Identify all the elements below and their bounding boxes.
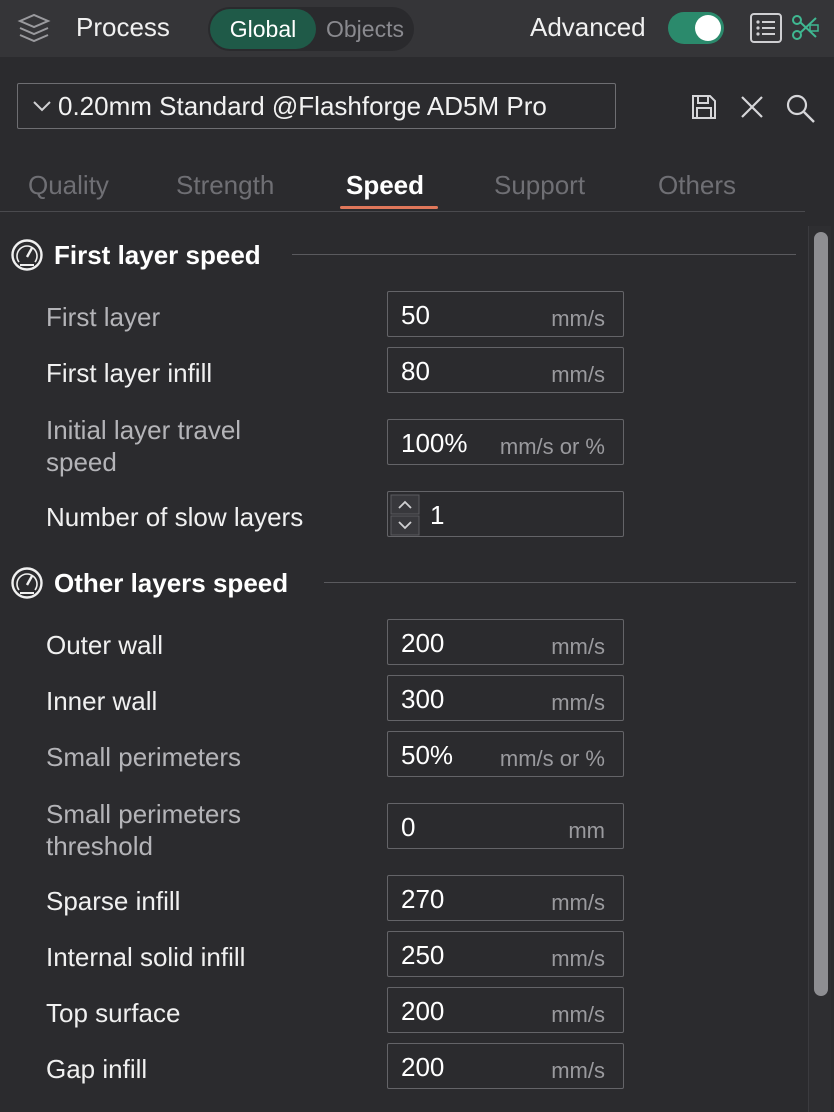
section-title: First layer speed	[54, 240, 261, 270]
layers-icon	[17, 13, 51, 48]
section-divider	[324, 582, 796, 583]
setting-row-small-perimeters-threshold: Small perimeters threshold 0 mm	[0, 798, 805, 862]
setting-row-slow-layers: Number of slow layers 1	[0, 491, 805, 539]
setting-label: Sparse infill	[46, 886, 181, 916]
setting-row-sparse-infill: Sparse infill 270 mm/s	[0, 875, 805, 923]
field-value: 200	[401, 996, 445, 1026]
stepper-buttons	[390, 494, 420, 536]
field-value: 200	[401, 628, 445, 658]
field-unit: mm/s	[551, 362, 605, 387]
list-icon[interactable]	[749, 11, 783, 50]
field-unit: mm/s	[551, 1002, 605, 1027]
setting-label: First layer infill	[46, 358, 213, 388]
section-header-other-layers: Other layers speed	[0, 564, 796, 604]
setting-row-inner-wall: Inner wall 300 mm/s	[0, 675, 805, 723]
field-unit: mm/s	[551, 1058, 605, 1083]
field-value: 50	[401, 300, 430, 330]
setting-row-outer-wall: Outer wall 200 mm/s	[0, 619, 805, 667]
field-unit: mm/s or %	[499, 434, 605, 459]
save-icon[interactable]	[690, 93, 718, 126]
outer-wall-speed-input[interactable]: 200 mm/s	[387, 619, 624, 665]
scissors-icon[interactable]	[790, 13, 820, 48]
field-unit: mm/s	[551, 634, 605, 659]
mode-objects-button[interactable]: Objects	[318, 9, 412, 49]
tab-quality[interactable]: Quality	[28, 170, 109, 201]
setting-label: Outer wall	[46, 630, 164, 660]
setting-row-gap-infill: Gap infill 200 mm/s	[0, 1043, 805, 1091]
scrollbar-thumb[interactable]	[814, 232, 828, 996]
search-icon[interactable]	[785, 93, 817, 130]
setting-label: Initial layer travel speed	[46, 415, 242, 477]
field-unit: mm/s	[551, 690, 605, 715]
tab-support[interactable]: Support	[494, 170, 585, 201]
field-unit: mm	[568, 818, 605, 843]
setting-label: Small perimeters threshold	[46, 799, 242, 861]
setting-label: Gap infill	[46, 1054, 148, 1084]
close-icon[interactable]	[739, 93, 765, 126]
setting-label: Small perimeters	[46, 742, 242, 772]
mode-global-button[interactable]: Global	[210, 9, 316, 49]
tab-others[interactable]: Others	[658, 170, 736, 201]
gap-infill-speed-input[interactable]: 200 mm/s	[387, 1043, 624, 1089]
section-title: Other layers speed	[54, 568, 289, 598]
field-value: 50%	[401, 740, 454, 770]
setting-row-internal-solid-infill: Internal solid infill 250 mm/s	[0, 931, 805, 979]
chevron-down-icon	[32, 100, 52, 112]
initial-layer-travel-speed-input[interactable]: 100% mm/s or %	[387, 419, 624, 465]
setting-row-top-surface: Top surface 200 mm/s	[0, 987, 805, 1035]
gauge-icon	[10, 238, 44, 277]
active-tab-indicator	[340, 206, 438, 209]
setting-row-small-perimeters: Small perimeters 50% mm/s or %	[0, 731, 805, 779]
field-unit: mm/s	[551, 306, 605, 331]
field-unit: mm/s	[551, 946, 605, 971]
advanced-toggle[interactable]	[668, 12, 724, 44]
top-bar: Process Global Objects Advanced	[0, 0, 834, 57]
tab-speed[interactable]: Speed	[346, 170, 424, 201]
preset-dropdown[interactable]: 0.20mm Standard @Flashforge AD5M Pro	[17, 83, 616, 129]
setting-row-first-layer-infill: First layer infill 80 mm/s	[0, 347, 805, 395]
panel-title: Process	[76, 12, 170, 42]
slow-layers-stepper[interactable]: 1	[387, 491, 624, 537]
first-layer-infill-speed-input[interactable]: 80 mm/s	[387, 347, 624, 393]
advanced-label: Advanced	[530, 12, 646, 42]
field-value: 80	[401, 356, 430, 386]
setting-label: First layer	[46, 302, 161, 332]
field-unit: mm/s or %	[499, 746, 605, 771]
field-value: 250	[401, 940, 445, 970]
field-value: 270	[401, 884, 445, 914]
top-surface-speed-input[interactable]: 200 mm/s	[387, 987, 624, 1033]
field-value: 300	[401, 684, 445, 714]
small-perimeters-threshold-input[interactable]: 0 mm	[387, 803, 624, 849]
setting-row-initial-layer-travel: Initial layer travel speed 100% mm/s or …	[0, 414, 805, 478]
settings-tabs: Quality Strength Speed Support Others	[0, 168, 805, 212]
toggle-knob	[695, 15, 721, 41]
field-value: 0	[401, 812, 416, 842]
section-header-first-layer: First layer speed	[0, 236, 796, 276]
internal-solid-infill-speed-input[interactable]: 250 mm/s	[387, 931, 624, 977]
field-unit: mm/s	[551, 890, 605, 915]
setting-label: Internal solid infill	[46, 942, 246, 972]
mode-switch[interactable]: Global Objects	[208, 7, 414, 51]
inner-wall-speed-input[interactable]: 300 mm/s	[387, 675, 624, 721]
setting-row-first-layer: First layer 50 mm/s	[0, 291, 805, 339]
tab-strength[interactable]: Strength	[176, 170, 274, 201]
field-value: 100%	[401, 428, 468, 458]
section-divider	[292, 254, 796, 255]
setting-label: Inner wall	[46, 686, 158, 716]
settings-content: First layer speed First layer 50 mm/s Fi…	[0, 212, 805, 1112]
sparse-infill-speed-input[interactable]: 270 mm/s	[387, 875, 624, 921]
setting-label: Top surface	[46, 998, 181, 1028]
gauge-icon	[10, 566, 44, 605]
setting-label: Number of slow layers	[46, 502, 304, 532]
first-layer-speed-input[interactable]: 50 mm/s	[387, 291, 624, 337]
field-value: 1	[430, 500, 445, 530]
preset-name: 0.20mm Standard @Flashforge AD5M Pro	[58, 90, 547, 121]
field-value: 200	[401, 1052, 445, 1082]
small-perimeters-speed-input[interactable]: 50% mm/s or %	[387, 731, 624, 777]
